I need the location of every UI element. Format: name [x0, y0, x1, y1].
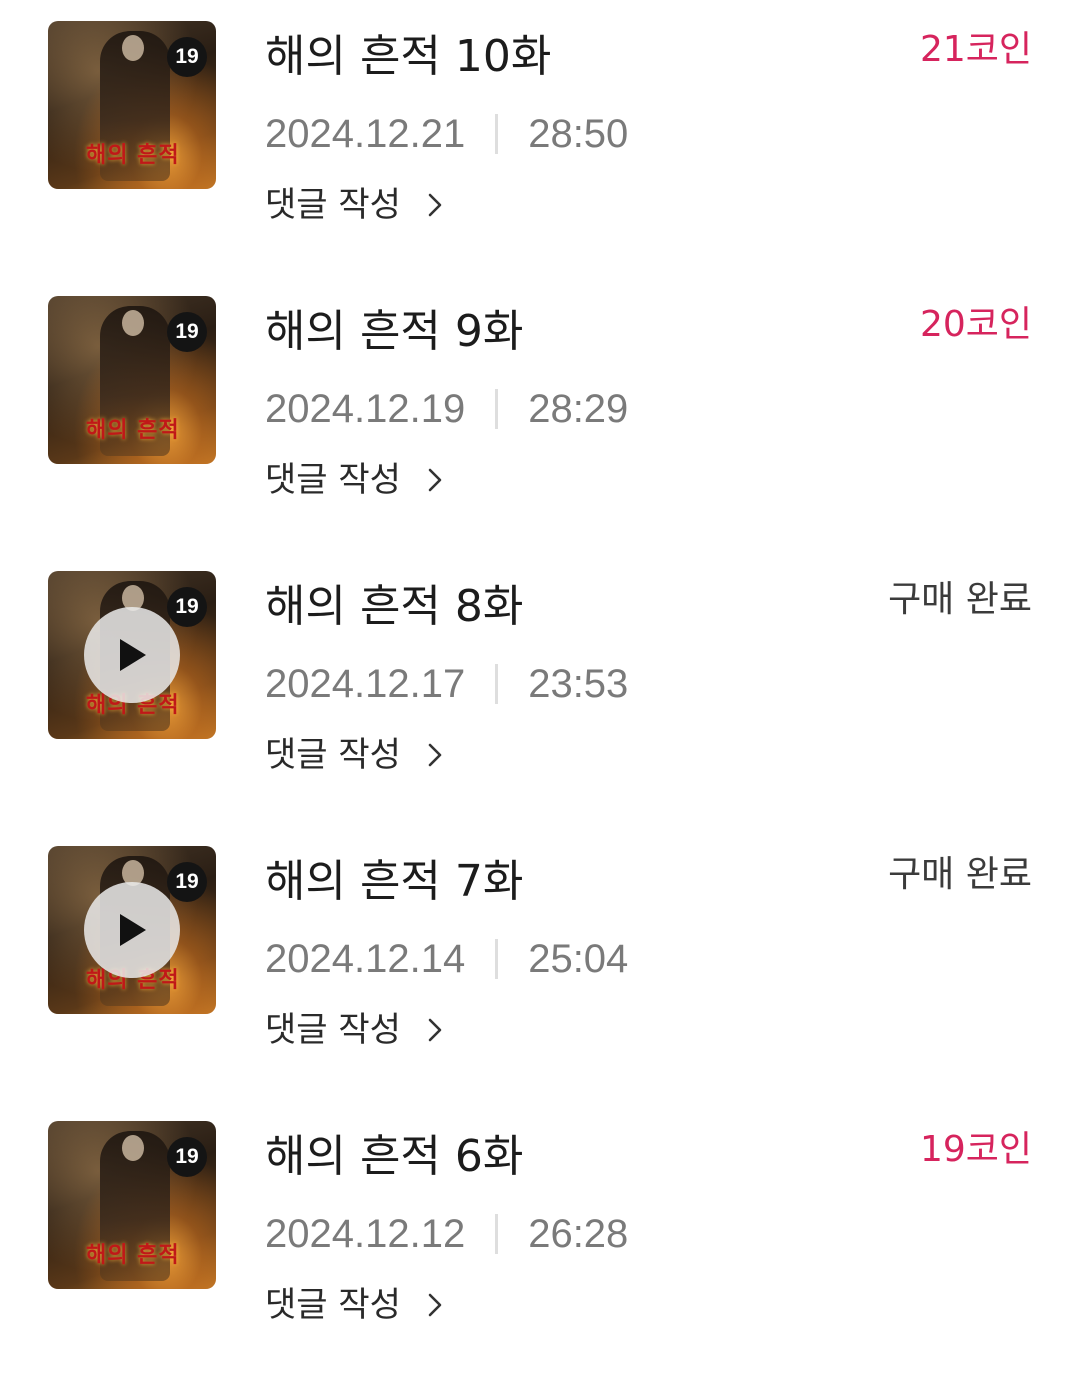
chevron-right-icon [428, 743, 442, 767]
purchase-status: 구매 완료 [888, 854, 1032, 895]
episode-date: 2024.12.17 [265, 662, 466, 706]
write-comment-label: 댓글 작성 [265, 1010, 401, 1050]
write-comment-link[interactable]: 댓글 작성 [265, 733, 447, 777]
chevron-right-icon [428, 1018, 442, 1042]
episode-thumbnail[interactable]: 해의 흔적 19 [48, 296, 216, 464]
episode-date: 2024.12.12 [265, 1212, 466, 1256]
write-comment-link[interactable]: 댓글 작성 [265, 1283, 447, 1327]
episode-price[interactable]: 19코인 [920, 1127, 1032, 1173]
age-rating-badge: 19 [167, 862, 207, 902]
episode-duration: 23:53 [528, 662, 629, 706]
age-rating-badge: 19 [167, 1137, 207, 1177]
episode-item[interactable]: 해의 흔적 19 해의 흔적 7화 2024.12.14 25:04 댓글 작성… [0, 825, 1080, 1100]
episode-thumbnail[interactable]: 해의 흔적 19 [48, 571, 216, 739]
thumbnail-art-face [122, 310, 144, 336]
meta-divider [495, 939, 499, 979]
play-button[interactable] [84, 882, 180, 978]
purchase-status: 구매 완료 [888, 579, 1032, 620]
thumbnail-art-face [122, 35, 144, 61]
episode-meta: 2024.12.12 26:28 [265, 1210, 628, 1258]
episode-duration: 26:28 [528, 1212, 629, 1256]
thumbnail-art-face [122, 1135, 144, 1161]
episode-meta: 2024.12.19 28:29 [265, 385, 628, 433]
episode-date: 2024.12.19 [265, 387, 466, 431]
episode-price[interactable]: 20코인 [920, 302, 1032, 348]
thumbnail-title: 해의 흔적 [86, 417, 180, 443]
meta-divider [495, 389, 499, 429]
write-comment-link[interactable]: 댓글 작성 [265, 458, 447, 502]
episode-duration: 28:50 [528, 112, 629, 156]
write-comment-label: 댓글 작성 [265, 460, 401, 500]
write-comment-label: 댓글 작성 [265, 735, 401, 775]
chevron-right-icon [428, 1293, 442, 1317]
episode-item[interactable]: 해의 흔적 19 해의 흔적 9화 2024.12.19 28:29 댓글 작성… [0, 275, 1080, 550]
episode-meta: 2024.12.17 23:53 [265, 660, 628, 708]
age-rating-badge: 19 [167, 587, 207, 627]
write-comment-label: 댓글 작성 [265, 1285, 401, 1325]
episode-thumbnail[interactable]: 해의 흔적 19 [48, 846, 216, 1014]
episode-title[interactable]: 해의 흔적 10화 [265, 30, 551, 84]
thumbnail-title: 해의 흔적 [86, 1242, 180, 1268]
play-button[interactable] [84, 607, 180, 703]
chevron-right-icon [428, 468, 442, 492]
episode-title[interactable]: 해의 흔적 7화 [265, 855, 523, 909]
episode-item[interactable]: 해의 흔적 19 해의 흔적 6화 2024.12.12 26:28 댓글 작성… [0, 1100, 1080, 1375]
play-icon [120, 639, 146, 671]
write-comment-link[interactable]: 댓글 작성 [265, 1008, 447, 1052]
episode-item[interactable]: 해의 흔적 19 해의 흔적 10화 2024.12.21 28:50 댓글 작… [0, 0, 1080, 275]
episode-thumbnail[interactable]: 해의 흔적 19 [48, 21, 216, 189]
write-comment-link[interactable]: 댓글 작성 [265, 183, 447, 227]
episode-list: 해의 흔적 19 해의 흔적 10화 2024.12.21 28:50 댓글 작… [0, 0, 1080, 1325]
episode-title[interactable]: 해의 흔적 6화 [265, 1130, 523, 1184]
episode-date: 2024.12.21 [265, 112, 466, 156]
play-icon [120, 914, 146, 946]
episode-meta: 2024.12.21 28:50 [265, 110, 628, 158]
meta-divider [495, 114, 499, 154]
episode-meta: 2024.12.14 25:04 [265, 935, 628, 983]
episode-thumbnail[interactable]: 해의 흔적 19 [48, 1121, 216, 1289]
episode-item[interactable]: 해의 흔적 19 해의 흔적 8화 2024.12.17 23:53 댓글 작성… [0, 550, 1080, 825]
episode-duration: 28:29 [528, 387, 629, 431]
chevron-right-icon [428, 193, 442, 217]
episode-title[interactable]: 해의 흔적 8화 [265, 580, 523, 634]
episode-duration: 25:04 [528, 937, 629, 981]
thumbnail-title: 해의 흔적 [86, 142, 180, 168]
age-rating-badge: 19 [167, 37, 207, 77]
episode-date: 2024.12.14 [265, 937, 466, 981]
episode-price[interactable]: 21코인 [920, 27, 1032, 73]
write-comment-label: 댓글 작성 [265, 185, 401, 225]
episode-title[interactable]: 해의 흔적 9화 [265, 305, 523, 359]
age-rating-badge: 19 [167, 312, 207, 352]
meta-divider [495, 1214, 499, 1254]
meta-divider [495, 664, 499, 704]
